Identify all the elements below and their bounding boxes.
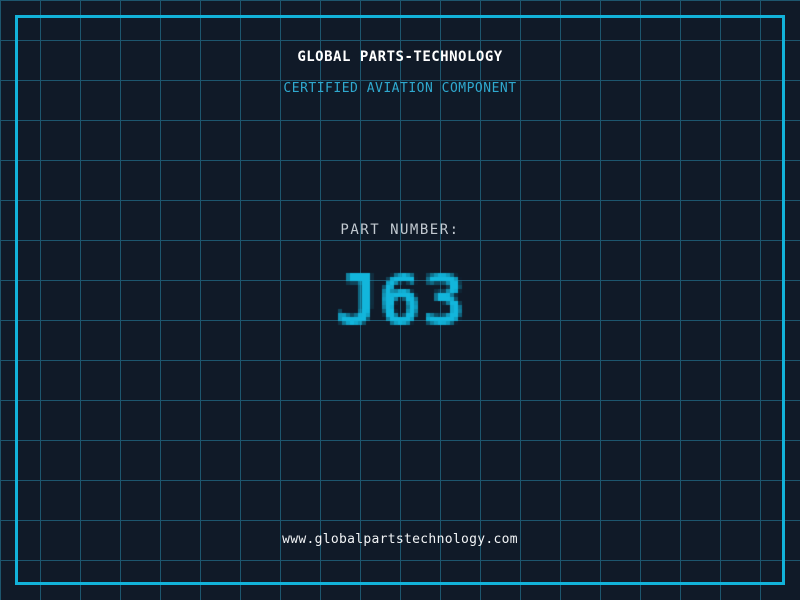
page-title: GLOBAL PARTS-TECHNOLOGY [297,49,503,65]
part-number-value [310,257,490,353]
page-subtitle: CERTIFIED AVIATION COMPONENT [283,81,517,96]
part-number-label: PART NUMBER: [340,222,460,238]
website-url: www.globalpartstechnology.com [282,532,518,547]
